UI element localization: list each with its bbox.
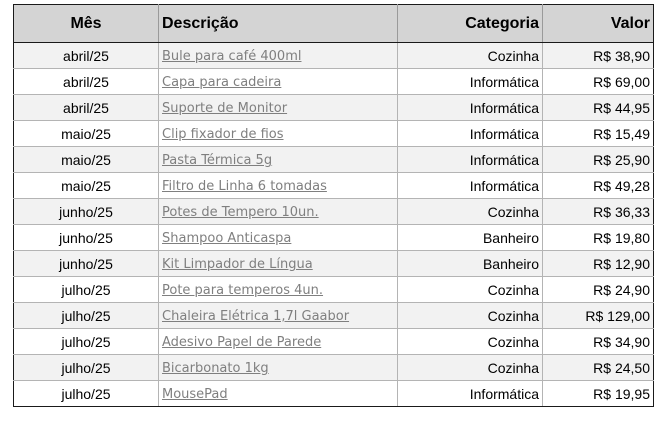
cell-mes[interactable]: julho/25	[13, 328, 159, 355]
cell-valor[interactable]: R$ 49,28	[542, 172, 654, 199]
product-link[interactable]: Pasta Térmica 5g	[162, 153, 272, 168]
product-link[interactable]: Potes de Tempero 10un.	[162, 205, 319, 220]
product-link[interactable]: Adesivo Papel de Parede	[162, 335, 321, 350]
cell-mes[interactable]: junho/25	[13, 224, 159, 251]
cell-descricao[interactable]: Kit Limpador de Língua	[158, 250, 398, 277]
cell-valor[interactable]: R$ 69,00	[542, 68, 654, 95]
cell-mes[interactable]: julho/25	[13, 276, 159, 303]
cell-valor[interactable]: R$ 44,95	[542, 94, 654, 121]
cell-valor[interactable]: R$ 25,90	[542, 146, 654, 173]
product-link[interactable]: Filtro de Linha 6 tomadas	[162, 179, 327, 194]
product-link[interactable]: Bule para café 400ml	[162, 49, 301, 64]
cell-descricao[interactable]: MousePad	[158, 380, 398, 407]
table-row: julho/25 Bicarbonato 1kg Cozinha R$ 24,50	[13, 354, 654, 381]
cell-mes[interactable]: maio/25	[13, 172, 159, 199]
table-row: abril/25 Bule para café 400ml Cozinha R$ 38…	[13, 42, 654, 69]
table-row: julho/25 MousePad Informática R$ 19,95	[13, 380, 654, 407]
cell-mes[interactable]: maio/25	[13, 146, 159, 173]
product-link[interactable]: MousePad	[162, 387, 228, 402]
cell-mes[interactable]: junho/25	[13, 198, 159, 225]
product-link[interactable]: Chaleira Elétrica 1,7l Gaabor	[162, 309, 349, 324]
table-row: julho/25 Pote para temperos 4un. Cozinha R$…	[13, 276, 654, 303]
cell-descricao[interactable]: Capa para cadeira	[158, 68, 398, 95]
cell-categoria[interactable]: Informática	[397, 68, 543, 95]
cell-descricao[interactable]: Bule para café 400ml	[158, 42, 398, 69]
cell-categoria[interactable]: Cozinha	[397, 354, 543, 381]
cell-mes[interactable]: maio/25	[13, 120, 159, 147]
cell-categoria[interactable]: Banheiro	[397, 224, 543, 251]
table-row: julho/25 Chaleira Elétrica 1,7l Gaabor Coz…	[13, 302, 654, 329]
cell-valor[interactable]: R$ 24,50	[542, 354, 654, 381]
cell-valor[interactable]: R$ 129,00	[542, 302, 654, 329]
cell-categoria[interactable]: Informática	[397, 380, 543, 407]
cell-valor[interactable]: R$ 19,95	[542, 380, 654, 407]
table-header: Mês Descrição Categoria Valor	[13, 4, 654, 43]
cell-mes[interactable]: abril/25	[13, 68, 159, 95]
cell-mes[interactable]: abril/25	[13, 94, 159, 121]
table-row: julho/25 Adesivo Papel de Parede Cozinha R$…	[13, 328, 654, 355]
cell-descricao[interactable]: Suporte de Monitor	[158, 94, 398, 121]
cell-mes[interactable]: julho/25	[13, 380, 159, 407]
cell-mes[interactable]: julho/25	[13, 354, 159, 381]
cell-categoria[interactable]: Informática	[397, 146, 543, 173]
product-link[interactable]: Kit Limpador de Língua	[162, 257, 313, 272]
product-link[interactable]: Clip fixador de fios	[162, 127, 284, 142]
table-row: abril/25 Capa para cadeira Informática R$ 6…	[13, 68, 654, 95]
cell-descricao[interactable]: Shampoo Anticaspa	[158, 224, 398, 251]
table-row: junho/25 Shampoo Anticaspa Banheiro R$ 19,8…	[13, 224, 654, 251]
cell-valor[interactable]: R$ 15,49	[542, 120, 654, 147]
header-cell-valor[interactable]: Valor	[542, 4, 654, 43]
table-row: maio/25 Pasta Térmica 5g Informática R$ 25,…	[13, 146, 654, 173]
cell-descricao[interactable]: Filtro de Linha 6 tomadas	[158, 172, 398, 199]
cell-categoria[interactable]: Cozinha	[397, 328, 543, 355]
cell-categoria[interactable]: Informática	[397, 120, 543, 147]
cell-valor[interactable]: R$ 24,90	[542, 276, 654, 303]
header-row: Mês Descrição Categoria Valor	[13, 4, 654, 43]
cell-descricao[interactable]: Pote para temperos 4un.	[158, 276, 398, 303]
table-row: abril/25 Suporte de Monitor Informática R$ …	[13, 94, 654, 121]
cell-mes[interactable]: abril/25	[13, 42, 159, 69]
table-row: maio/25 Clip fixador de fios Informática R$…	[13, 120, 654, 147]
table-row: maio/25 Filtro de Linha 6 tomadas Informát…	[13, 172, 654, 199]
product-link[interactable]: Bicarbonato 1kg	[162, 361, 269, 376]
cell-categoria[interactable]: Cozinha	[397, 302, 543, 329]
header-cell-descricao[interactable]: Descrição	[158, 4, 398, 43]
cell-descricao[interactable]: Chaleira Elétrica 1,7l Gaabor	[158, 302, 398, 329]
product-link[interactable]: Shampoo Anticaspa	[162, 231, 291, 246]
cell-descricao[interactable]: Potes de Tempero 10un.	[158, 198, 398, 225]
cell-valor[interactable]: R$ 38,90	[542, 42, 654, 69]
cell-categoria[interactable]: Informática	[397, 172, 543, 199]
cell-valor[interactable]: R$ 19,80	[542, 224, 654, 251]
product-link[interactable]: Pote para temperos 4un.	[162, 283, 323, 298]
cell-categoria[interactable]: Cozinha	[397, 276, 543, 303]
cell-categoria[interactable]: Cozinha	[397, 198, 543, 225]
cell-descricao[interactable]: Pasta Térmica 5g	[158, 146, 398, 173]
cell-categoria[interactable]: Banheiro	[397, 250, 543, 277]
table-row: junho/25 Potes de Tempero 10un. Cozinha R$ …	[13, 198, 654, 225]
cell-descricao[interactable]: Bicarbonato 1kg	[158, 354, 398, 381]
table-row: junho/25 Kit Limpador de Língua Banheiro R$…	[13, 250, 654, 277]
cell-categoria[interactable]: Cozinha	[397, 42, 543, 69]
cell-descricao[interactable]: Clip fixador de fios	[158, 120, 398, 147]
expense-table: Mês Descrição Categoria Valor abril/25 Bu…	[13, 4, 654, 407]
header-cell-categoria[interactable]: Categoria	[397, 4, 543, 43]
cell-valor[interactable]: R$ 12,90	[542, 250, 654, 277]
cell-descricao[interactable]: Adesivo Papel de Parede	[158, 328, 398, 355]
product-link[interactable]: Capa para cadeira	[162, 75, 281, 90]
table-body: abril/25 Bule para café 400ml Cozinha R$ 38…	[13, 42, 654, 407]
cell-valor[interactable]: R$ 36,33	[542, 198, 654, 225]
product-link[interactable]: Suporte de Monitor	[162, 101, 287, 116]
cell-mes[interactable]: julho/25	[13, 302, 159, 329]
cell-valor[interactable]: R$ 34,90	[542, 328, 654, 355]
header-cell-mes[interactable]: Mês	[13, 4, 159, 43]
cell-mes[interactable]: junho/25	[13, 250, 159, 277]
cell-categoria[interactable]: Informática	[397, 94, 543, 121]
